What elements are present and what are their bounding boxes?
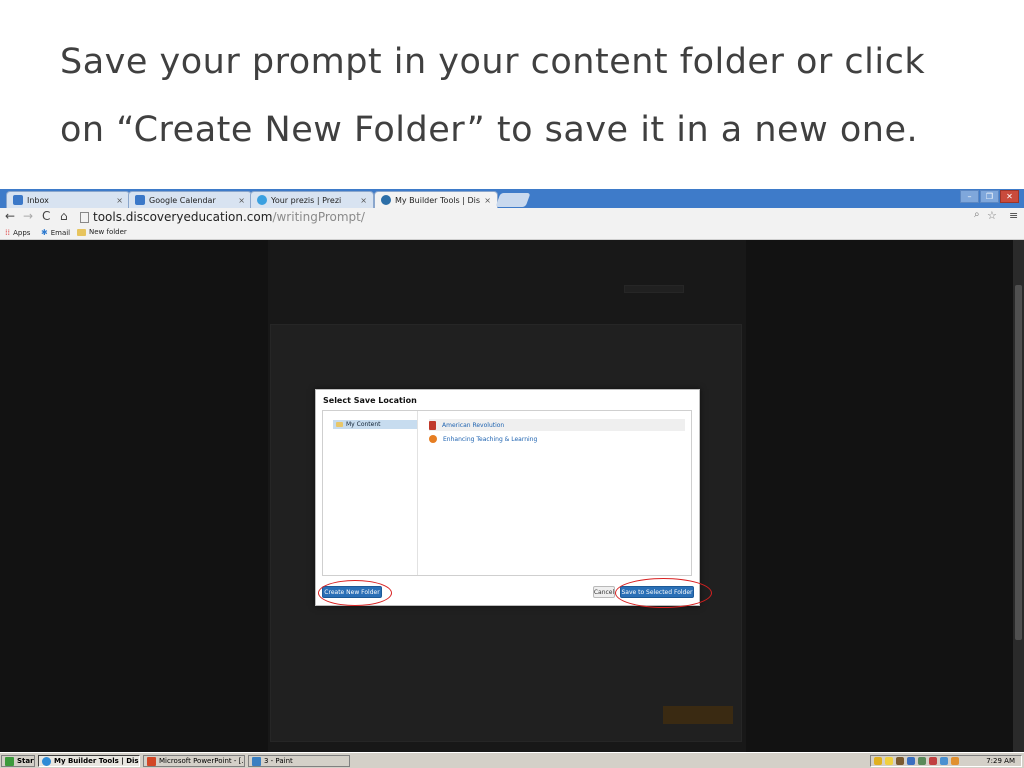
bookmark-email[interactable]: ✱ Email xyxy=(41,228,70,237)
start-button[interactable]: Start xyxy=(1,755,35,767)
zoom-icon[interactable]: ⌕ xyxy=(974,209,980,220)
address-toolbar: ← → C ⌂ tools.discoveryeducation.com/wri… xyxy=(0,208,1024,226)
step-indicator xyxy=(624,285,684,293)
close-icon[interactable]: × xyxy=(116,196,123,205)
dialog-title: Select Save Location xyxy=(323,396,417,405)
cancel-button[interactable]: Cancel xyxy=(593,586,615,598)
network-icon[interactable] xyxy=(907,757,915,765)
alert-icon[interactable] xyxy=(929,757,937,765)
page-scrollbar[interactable] xyxy=(1013,240,1024,752)
folder-icon xyxy=(336,422,343,427)
tab-my-builder-tools[interactable]: My Builder Tools | Discovery × xyxy=(374,191,498,208)
shield-icon[interactable] xyxy=(874,757,882,765)
maximize-button[interactable]: ❐ xyxy=(980,190,999,203)
url-path: /writingPrompt/ xyxy=(272,210,365,224)
taskbar: Start My Builder Tools | Dis... Microsof… xyxy=(0,752,1024,768)
prezi-icon xyxy=(257,195,267,205)
url-host: tools.discoveryeducation.com xyxy=(93,210,273,224)
book-icon xyxy=(429,420,436,430)
taskbar-item-powerpoint[interactable]: Microsoft PowerPoint - [... xyxy=(143,755,245,767)
taskbar-clock: 7:29 AM xyxy=(986,757,1015,765)
bookmark-label: New folder xyxy=(89,228,127,236)
file-american-revolution[interactable]: American Revolution xyxy=(429,419,685,431)
scrollbar-thumb[interactable] xyxy=(1015,285,1022,640)
file-label: Enhancing Teaching & Learning xyxy=(443,435,538,443)
bookmark-label: Email xyxy=(50,228,71,237)
file-label: American Revolution xyxy=(442,421,505,429)
highlight-circle-save xyxy=(615,578,712,608)
volume-icon[interactable] xyxy=(918,757,926,765)
highlight-circle-create xyxy=(318,580,392,606)
dimmed-button xyxy=(663,706,733,724)
close-icon[interactable]: × xyxy=(360,196,367,205)
new-tab-button[interactable] xyxy=(495,193,531,207)
browser-screenshot: Inbox × Google Calendar × Your prezis | … xyxy=(0,189,1024,768)
folder-icon xyxy=(77,228,86,236)
taskbar-item-label: 3 - Paint xyxy=(264,757,293,765)
forward-arrow-icon[interactable]: → xyxy=(23,209,33,223)
slide-title: Save your prompt in your content folder … xyxy=(60,28,980,164)
gmail-icon xyxy=(13,195,23,205)
paint-icon xyxy=(252,756,261,766)
chrome-icon xyxy=(42,756,51,766)
folder-contents: American Revolution Enhancing Teaching &… xyxy=(419,411,691,575)
printer-icon[interactable] xyxy=(896,757,904,765)
reload-icon[interactable]: C xyxy=(42,209,50,223)
tab-label: Inbox xyxy=(27,195,49,205)
windows-logo-icon xyxy=(5,756,14,766)
security-icon[interactable] xyxy=(951,757,959,765)
minimize-button[interactable]: – xyxy=(960,190,979,203)
close-icon[interactable]: × xyxy=(238,196,245,205)
apps-icon: ⁞⁞ xyxy=(5,228,11,237)
tab-inbox[interactable]: Inbox × xyxy=(6,191,130,208)
back-arrow-icon[interactable]: ← xyxy=(5,209,15,223)
menu-icon[interactable]: ≡ xyxy=(1009,209,1018,222)
taskbar-item-label: Microsoft PowerPoint - [... xyxy=(159,757,245,765)
close-window-button[interactable]: ✕ xyxy=(1000,190,1019,203)
taskbar-item-label: My Builder Tools | Dis... xyxy=(54,757,140,765)
star-icon[interactable]: ☆ xyxy=(987,209,997,222)
tab-prezi[interactable]: Your prezis | Prezi × xyxy=(250,191,374,208)
bookmark-new-folder[interactable]: New folder xyxy=(77,228,127,236)
email-icon: ✱ xyxy=(41,228,48,237)
close-icon[interactable]: × xyxy=(484,196,491,205)
home-icon[interactable]: ⌂ xyxy=(60,209,68,223)
slide-title-line-1: Save your prompt in your content folder … xyxy=(60,42,926,82)
tab-label: Google Calendar xyxy=(149,195,216,205)
folder-icon[interactable] xyxy=(885,757,893,765)
start-label: Start xyxy=(17,757,35,765)
folder-browser: My Content American Revolution Enhancing… xyxy=(322,410,692,576)
file-enhancing-teaching[interactable]: Enhancing Teaching & Learning xyxy=(429,433,685,445)
calendar-icon xyxy=(135,195,145,205)
tab-label: Your prezis | Prezi xyxy=(271,195,342,205)
select-save-location-dialog: Select Save Location My Content American… xyxy=(315,389,712,608)
update-icon[interactable] xyxy=(940,757,948,765)
bookmarks-bar: ⁞⁞ Apps ✱ Email New folder xyxy=(0,226,1024,240)
tab-google-calendar[interactable]: Google Calendar × xyxy=(128,191,252,208)
powerpoint-icon xyxy=(147,756,156,766)
slide-title-line-2: on “Create New Folder” to save it in a n… xyxy=(60,110,919,150)
discovery-icon xyxy=(381,195,391,205)
tab-strip: Inbox × Google Calendar × Your prezis | … xyxy=(0,189,1024,208)
globe-icon xyxy=(429,435,437,443)
tree-item-my-content[interactable]: My Content xyxy=(333,420,417,429)
system-tray: 7:29 AM xyxy=(870,755,1022,767)
tree-item-label: My Content xyxy=(346,421,381,428)
address-bar[interactable]: tools.discoveryeducation.com/writingProm… xyxy=(80,209,970,225)
folder-tree: My Content xyxy=(323,411,418,575)
bookmark-label: Apps xyxy=(13,228,31,237)
taskbar-item-chrome[interactable]: My Builder Tools | Dis... xyxy=(38,755,140,767)
bookmark-apps[interactable]: ⁞⁞ Apps xyxy=(5,228,30,237)
taskbar-item-paint[interactable]: 3 - Paint xyxy=(248,755,350,767)
tab-label: My Builder Tools | Discovery xyxy=(395,195,481,205)
page-icon xyxy=(80,211,89,223)
